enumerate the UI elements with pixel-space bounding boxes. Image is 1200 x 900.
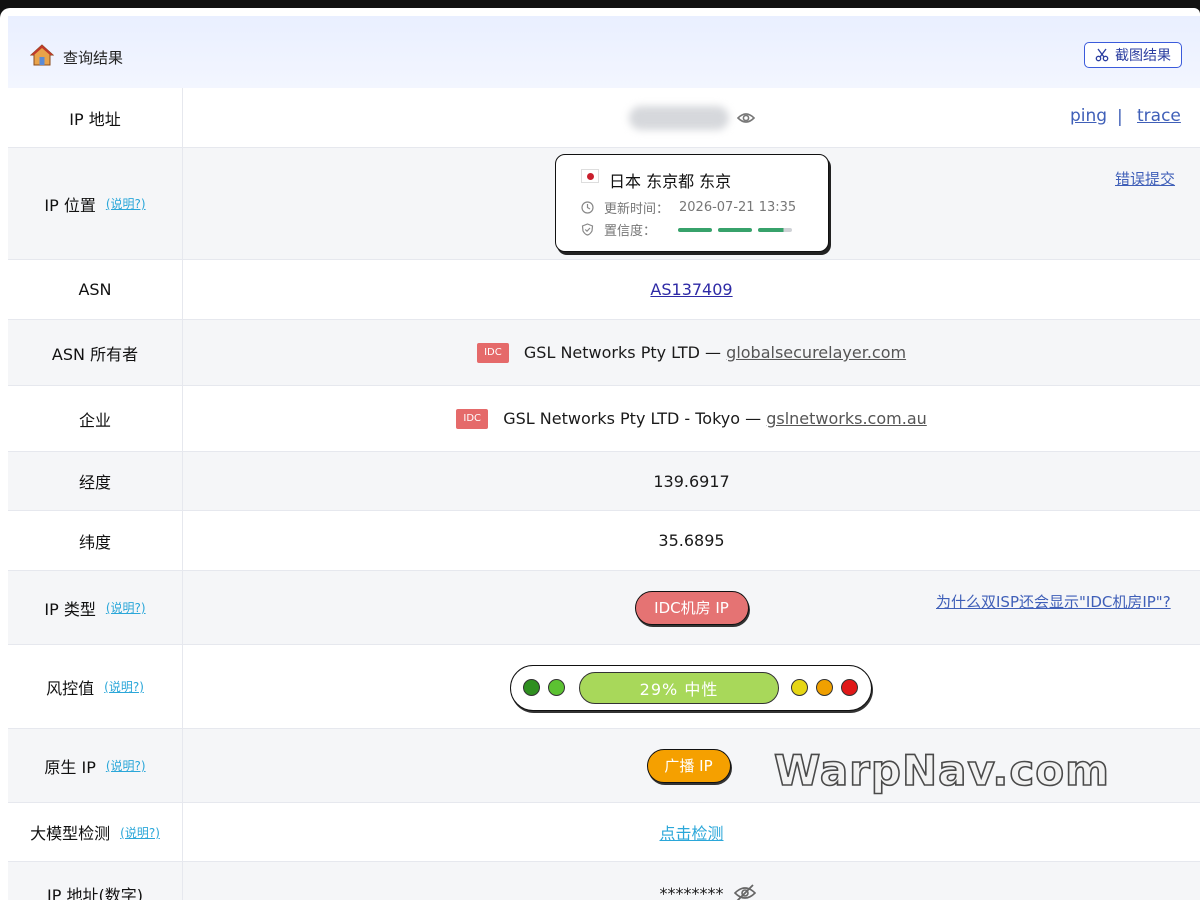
label-ip-number: IP 地址(数字): [8, 862, 183, 900]
label-asn: ASN: [8, 260, 183, 319]
row-longitude: 经度 139.6917: [8, 452, 1200, 511]
link-separator: |: [1117, 107, 1123, 127]
row-risk: 风控值 (说明?) 29% 中性: [8, 645, 1200, 729]
confidence-bar: [678, 227, 793, 232]
location-card: 日本 东京都 东京 更新时间： 2026-07-21 13:35 置信度：: [555, 154, 829, 252]
risk-cell: 29% 中性: [183, 645, 1200, 728]
clock-icon: [581, 201, 594, 214]
asn-owner-cell: IDC GSL Networks Pty LTD — globalsecurel…: [183, 320, 1200, 385]
native-ip-badge: 广播 IP: [646, 748, 731, 783]
idc-badge: IDC: [476, 342, 509, 363]
row-llm-detection: 大模型检测 (说明?) 点击检测: [8, 803, 1200, 862]
row-ip-number: IP 地址(数字) ********: [8, 862, 1200, 900]
help-link[interactable]: (说明?): [106, 599, 146, 616]
why-idc-link[interactable]: 为什么双ISP还会显示"IDC机房IP"?: [936, 591, 1171, 612]
label-asn-owner: ASN 所有者: [8, 320, 183, 385]
japan-flag-icon: [581, 169, 599, 183]
eye-icon[interactable]: [736, 111, 755, 125]
label-ip-address: IP 地址: [8, 88, 183, 147]
risk-dot-yellow: [791, 679, 808, 696]
help-link[interactable]: (说明?): [106, 757, 146, 774]
scissors-icon: [1095, 48, 1109, 62]
row-ip-location: IP 位置 (说明?) 日本 东京都 东京 更新时间： 2026-07-21 1…: [8, 148, 1200, 260]
trace-link[interactable]: trace: [1137, 106, 1181, 126]
confidence: 置信度：: [581, 220, 793, 239]
ping-link[interactable]: ping: [1070, 106, 1107, 126]
company-domain[interactable]: gslnetworks.com.au: [766, 409, 927, 428]
risk-dot-orange: [816, 679, 833, 696]
ip-type-badge: IDC机房 IP: [634, 590, 749, 625]
masked-ip: [628, 105, 729, 130]
asn-link[interactable]: AS137409: [650, 280, 732, 299]
help-link[interactable]: (说明?): [106, 195, 146, 212]
asn-owner-domain[interactable]: globalsecurelayer.com: [726, 343, 906, 362]
screenshot-label: 截图结果: [1115, 48, 1171, 64]
screenshot-button[interactable]: 截图结果: [1084, 42, 1182, 68]
row-company: 企业 IDC GSL Networks Pty LTD - Tokyo — gs…: [8, 386, 1200, 452]
llm-cell: 点击检测: [183, 803, 1200, 861]
help-link[interactable]: (说明?): [120, 824, 160, 841]
asn-owner-name: GSL Networks Pty LTD —: [523, 343, 722, 362]
risk-dot-dark-green: [523, 679, 540, 696]
row-latitude: 纬度 35.6895: [8, 511, 1200, 571]
label-llm-detection: 大模型检测 (说明?): [8, 803, 183, 861]
location-place: 日本 东京都 东京: [609, 172, 732, 191]
location-cell: 日本 东京都 东京 更新时间： 2026-07-21 13:35 置信度： 错误…: [183, 148, 1200, 259]
help-link[interactable]: (说明?): [104, 678, 144, 695]
label-company: 企业: [8, 386, 183, 451]
label-risk: 风控值 (说明?): [8, 645, 183, 728]
idc-badge: IDC: [456, 408, 489, 429]
label-latitude: 纬度: [8, 511, 183, 570]
row-asn: ASN AS137409: [8, 260, 1200, 320]
app-window: 查询结果 截图结果 IP 地址 ping | trace IP 位置 (说明?)…: [0, 8, 1200, 900]
longitude-cell: 139.6917: [653, 471, 730, 491]
ip-number-cell: ********: [183, 862, 1200, 900]
label-ip-location: IP 位置 (说明?): [8, 148, 183, 259]
company-cell: IDC GSL Networks Pty LTD - Tokyo — gslne…: [183, 386, 1200, 451]
row-ip-type: IP 类型 (说明?) IDC机房 IP 为什么双ISP还会显示"IDC机房IP…: [8, 571, 1200, 645]
results-header: 查询结果 截图结果: [8, 16, 1200, 88]
report-error-link[interactable]: 错误提交: [1115, 168, 1175, 189]
ip-type-cell: IDC机房 IP 为什么双ISP还会显示"IDC机房IP"?: [183, 571, 1200, 644]
eye-off-icon[interactable]: [734, 884, 756, 900]
latitude-cell: 35.6895: [658, 531, 725, 550]
shield-icon: [581, 223, 594, 236]
watermark: WarpNav.com: [773, 745, 1110, 796]
label-ip-type: IP 类型 (说明?): [8, 571, 183, 644]
page-title: 查询结果: [63, 49, 124, 67]
ip-value-cell: ping | trace: [183, 88, 1200, 147]
house-icon: [30, 44, 54, 66]
risk-meter: 29% 中性: [510, 665, 872, 711]
row-ip-address: IP 地址 ping | trace: [8, 88, 1200, 148]
risk-dot-green: [548, 679, 565, 696]
risk-bar: 29% 中性: [579, 672, 779, 704]
ip-number-masked: ********: [659, 884, 724, 900]
label-longitude: 经度: [8, 452, 183, 510]
risk-dot-red: [841, 679, 858, 696]
label-native-ip: 原生 IP (说明?): [8, 729, 183, 802]
asn-cell: AS137409: [183, 260, 1200, 319]
click-detect-link[interactable]: 点击检测: [659, 820, 723, 844]
row-asn-owner: ASN 所有者 IDC GSL Networks Pty LTD — globa…: [8, 320, 1200, 386]
updated-time: 更新时间： 2026-07-21 13:35: [581, 198, 796, 217]
company-name: GSL Networks Pty LTD - Tokyo —: [503, 409, 762, 428]
